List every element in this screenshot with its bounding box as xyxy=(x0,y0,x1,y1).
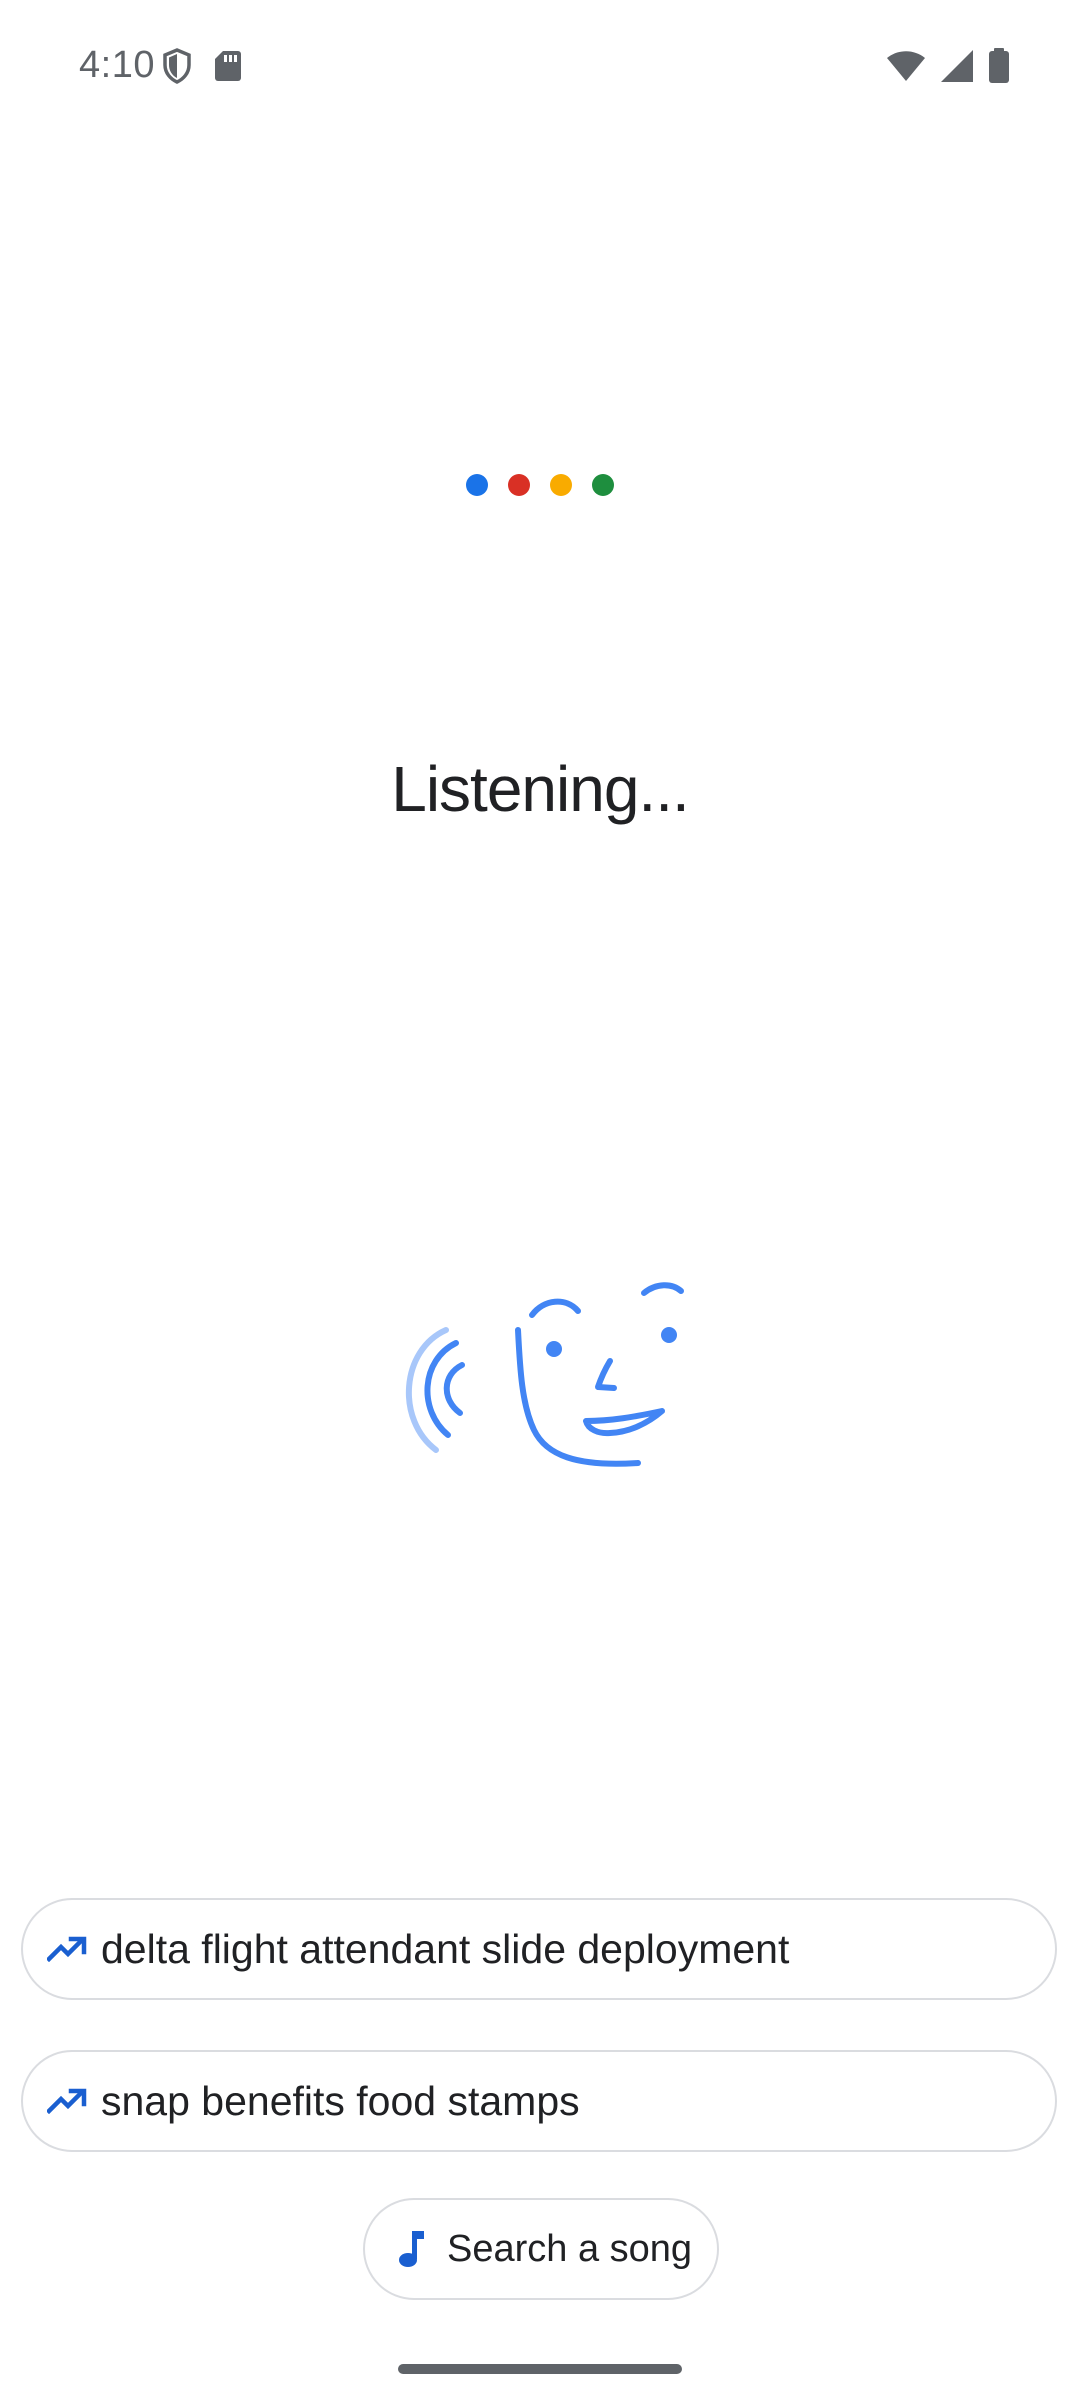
trending-icon xyxy=(47,2081,87,2121)
battery-icon xyxy=(988,48,1010,89)
assistant-dot-yellow xyxy=(550,474,572,496)
suggestion-chip[interactable]: snap benefits food stamps xyxy=(21,2050,1057,2152)
suggestion-chip[interactable]: delta flight attendant slide deployment xyxy=(21,1898,1057,2000)
suggestion-chip-label: delta flight attendant slide deployment xyxy=(101,1925,790,1972)
search-song-label: Search a song xyxy=(447,2227,693,2270)
status-bar: 4:10 xyxy=(0,0,1080,132)
home-indicator[interactable] xyxy=(398,2364,682,2374)
shield-icon xyxy=(162,48,192,89)
trending-icon xyxy=(47,1929,87,1969)
assistant-dot-green xyxy=(592,474,614,496)
listening-status-text: Listening... xyxy=(391,753,690,825)
listening-face-illustration xyxy=(386,1275,696,1495)
assistant-listening-screen: 4:10 Listening... delta flight attendant… xyxy=(0,0,1080,2400)
music-note-icon xyxy=(393,2229,429,2269)
status-time: 4:10 xyxy=(79,44,155,86)
wifi-icon xyxy=(886,50,926,87)
assistant-dot-red xyxy=(508,474,530,496)
sd-card-icon xyxy=(214,49,242,88)
assistant-dots xyxy=(0,474,1080,496)
search-song-button[interactable]: Search a song xyxy=(363,2198,719,2300)
suggestion-chip-label: snap benefits food stamps xyxy=(101,2077,580,2124)
assistant-dot-blue xyxy=(466,474,488,496)
cellular-signal-icon xyxy=(940,49,974,88)
